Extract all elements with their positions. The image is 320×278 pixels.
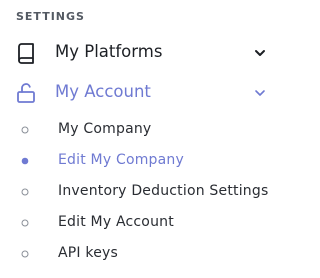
section-title-settings: SETTINGS (16, 10, 85, 23)
unlock-icon (17, 83, 35, 103)
nav-item-edit-my-company[interactable]: Edit My Company (0, 149, 287, 173)
circle-filled-icon (21, 157, 29, 165)
book-icon (18, 43, 34, 64)
nav-item-label: Edit My Company (58, 152, 184, 168)
nav-group-label: My Account (55, 82, 151, 101)
circle-outline-icon (21, 188, 29, 196)
nav-item-label: Inventory Deduction Settings (58, 183, 269, 199)
nav-item-label: Edit My Account (58, 214, 174, 230)
chevron-down-icon[interactable] (253, 86, 267, 100)
nav-item-label: API keys (58, 245, 118, 261)
nav-group-my-platforms[interactable]: My Platforms (0, 36, 287, 68)
nav-group-label: My Platforms (55, 42, 163, 61)
nav-group-my-account[interactable]: My Account (0, 76, 287, 108)
nav-item-api-keys[interactable]: API keys (0, 242, 287, 266)
nav-item-inventory-deduction-settings[interactable]: Inventory Deduction Settings (0, 180, 287, 204)
nav-item-my-company[interactable]: My Company (0, 118, 287, 142)
circle-outline-icon (21, 219, 29, 227)
circle-outline-icon (21, 250, 29, 258)
chevron-down-icon[interactable] (253, 46, 267, 60)
nav-item-label: My Company (58, 121, 152, 137)
nav-item-edit-my-account[interactable]: Edit My Account (0, 211, 287, 235)
circle-outline-icon (21, 126, 29, 134)
